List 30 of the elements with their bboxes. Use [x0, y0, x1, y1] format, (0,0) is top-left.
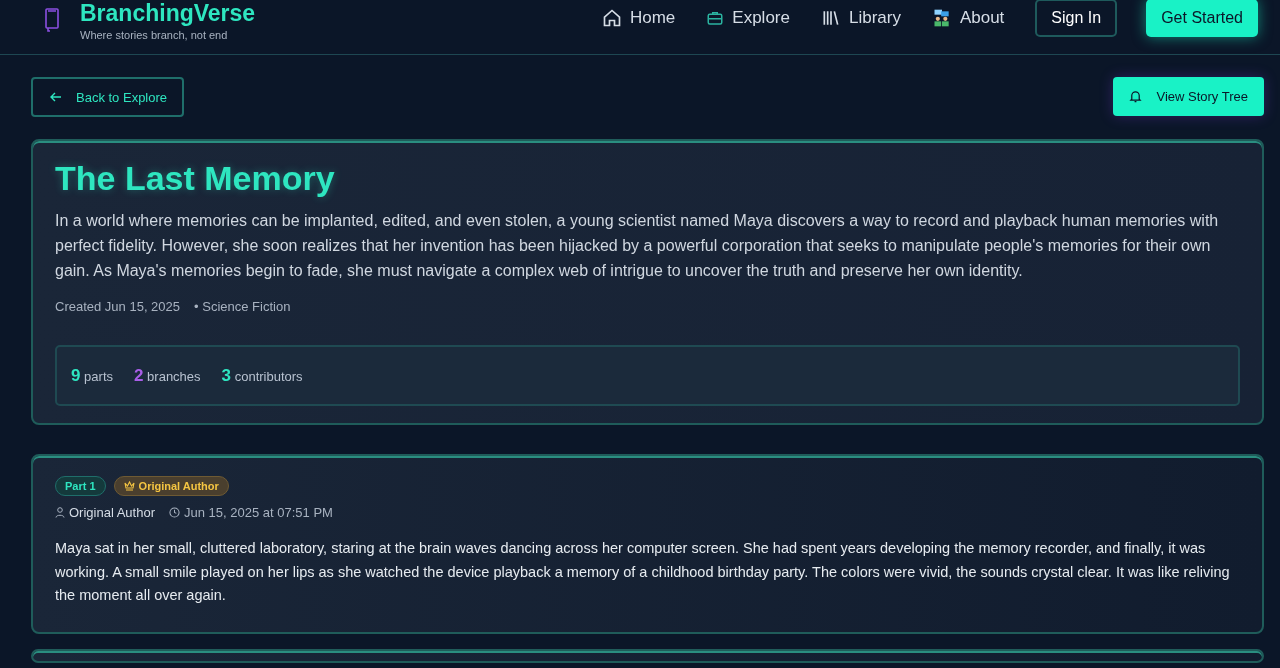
- story-description: In a world where memories can be implanted, edited, and even stolen, a young scientist named Maya discovers a way to record and playback human memories with perfect fidelity. However, she soon realizes that her invention has been hijacked by a powerful corporation that seeks to manipulate people's memories for their own gain. As Maya's memories begin to fade, she must navigate a complex web of intrigue to uncover the truth and preserve her own identity.: [55, 211, 1220, 281]
- nav-link[interactable]: Library: [820, 8, 901, 28]
- sign-in-button[interactable]: Sign In: [1035, 0, 1118, 37]
- part-text: Maya sat in her small, cluttered laboratory, staring at the brain waves dancing across her computer screen. She had spent years developing the memory recorder, and finally, it was working. A small smile played on her lips as she watched the device playback a memory of a childhood birthday party. The colors were vivid, the sounds crystal clear. It was like reliving the moment all over again.: [55, 539, 1231, 605]
- original-author-badge: Original Author: [113, 476, 229, 496]
- view-story-tree-button[interactable]: View Story Tree: [1113, 77, 1264, 116]
- stat-count: 9 parts: [71, 365, 113, 386]
- created-date: Created Jun 15, 2025: [55, 299, 181, 314]
- person-icon: [55, 507, 65, 518]
- genre-label: • Science Fiction: [194, 299, 291, 314]
- tagline: Where stories branch, not end: [80, 28, 229, 41]
- nav-link[interactable]: Explore: [706, 8, 790, 28]
- stat-count: 2 branches: [134, 365, 201, 386]
- book-icon: [44, 8, 60, 32]
- story-title: The Last Memory: [55, 159, 336, 198]
- back-button[interactable]: Back to Explore: [31, 77, 185, 117]
- author-name: Original Author: [55, 505, 155, 520]
- part-badge: Part 1: [55, 476, 106, 496]
- arrow-left-icon: [50, 91, 62, 103]
- home-icon: [601, 8, 622, 28]
- crown-icon: [123, 481, 135, 491]
- bell-icon: [1129, 90, 1143, 103]
- get-started-button[interactable]: Get Started: [1146, 0, 1258, 37]
- stat-count: 3 contributors: [221, 365, 303, 386]
- briefcase-icon: [706, 9, 725, 27]
- brand-name[interactable]: BranchingVerse: [80, 0, 256, 27]
- nav-link[interactable]: About: [931, 8, 1005, 28]
- clock-icon: [169, 507, 180, 518]
- nav-link[interactable]: Home: [601, 8, 676, 28]
- part-date: Jun 15, 2025 at 07:51 PM: [169, 505, 333, 520]
